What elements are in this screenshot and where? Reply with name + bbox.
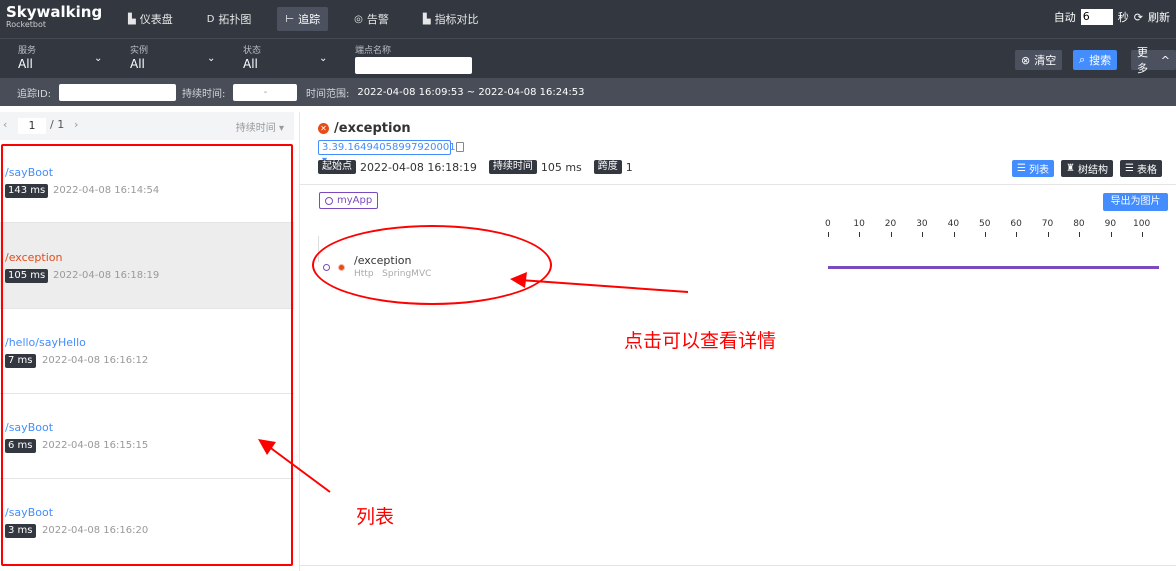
annotation-arrows xyxy=(258,272,689,493)
arrow-to-detail xyxy=(519,279,689,293)
annotation-detail: 点击可以查看详情 xyxy=(624,330,777,352)
arrow-to-list xyxy=(267,445,331,493)
arrowhead-detail xyxy=(510,272,527,288)
annotation-list: 列表 xyxy=(356,506,395,528)
arrowhead-list xyxy=(258,439,276,455)
